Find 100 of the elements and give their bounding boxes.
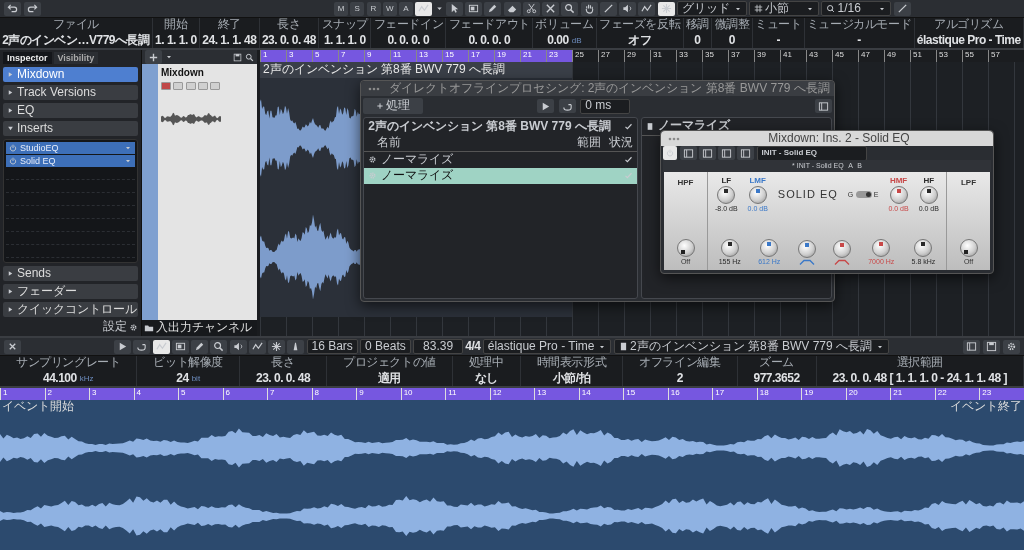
snapshot-button[interactable] (983, 339, 1000, 354)
knob[interactable] (720, 238, 739, 257)
quantize-dropdown[interactable]: 1/16 (821, 1, 892, 16)
info-value[interactable]: 24 (176, 372, 189, 386)
redo-button[interactable] (24, 1, 41, 16)
preset-icon[interactable] (645, 121, 654, 131)
info-value[interactable]: 23. 0. 0. 48 (261, 34, 316, 48)
toggle-switch[interactable] (855, 191, 872, 199)
inspector-section[interactable]: Sends (3, 266, 138, 282)
expand-arrow-icon[interactable] (7, 125, 14, 133)
snap-button[interactable] (657, 1, 675, 16)
info-value[interactable]: 977.3652 (753, 372, 800, 386)
power-button[interactable] (663, 146, 678, 160)
pencil-tool-button[interactable] (484, 1, 502, 16)
info-value[interactable]: 0 (728, 34, 736, 48)
range-tool-button[interactable] (171, 339, 189, 354)
info-value[interactable]: 2声のインベン…V779へ長調 (2, 34, 150, 48)
info-value[interactable]: 小節/拍 (552, 372, 591, 386)
info-value[interactable]: - (776, 34, 780, 48)
mode-button[interactable]: A (399, 1, 413, 16)
close-editor-button[interactable] (4, 339, 21, 354)
mode-button[interactable]: S (350, 1, 365, 16)
bars-field[interactable]: 16 Bars (306, 339, 358, 354)
track-control-button[interactable] (210, 81, 220, 90)
zoom-tool-button[interactable] (210, 339, 228, 354)
export-button[interactable] (963, 339, 980, 354)
info-value[interactable]: 0. 0. 0. 0 (468, 34, 511, 48)
preview-loop-button[interactable] (558, 99, 576, 114)
folder-icon[interactable] (144, 323, 154, 333)
info-value[interactable]: 23. 0. 0. 48 [ 1. 1. 1. 0 - 24. 1. 1. 48 ] (832, 372, 1007, 386)
clip-dropdown[interactable]: 2声のインベンション 第8番 BWV 779 へ長調 (613, 339, 889, 354)
expand-arrow-icon[interactable] (7, 89, 14, 97)
process-button[interactable]: 処理 (363, 98, 424, 115)
knob[interactable] (717, 186, 736, 205)
hand-tool-button[interactable] (580, 1, 598, 16)
pencil-tool-button[interactable] (191, 339, 208, 354)
info-value[interactable]: 2 (676, 372, 683, 386)
line-tool-button[interactable] (599, 1, 617, 16)
plugin-option-button[interactable] (737, 146, 755, 160)
speaker-tool-button[interactable] (229, 339, 247, 354)
loop-button[interactable] (133, 339, 151, 354)
range-tool-button[interactable] (465, 1, 482, 16)
tempo-field[interactable]: 83.39 (413, 339, 464, 354)
info-value[interactable]: 24. 1. 1. 48 (202, 34, 257, 48)
automation-button[interactable] (152, 339, 170, 354)
info-value[interactable]: 1. 1. 1. 0 (323, 34, 366, 48)
settings-icon[interactable] (129, 322, 138, 332)
knob[interactable] (959, 238, 978, 257)
metronome-button[interactable] (287, 339, 305, 354)
info-value[interactable]: 44.100 (42, 372, 77, 386)
expand-arrow-icon[interactable] (7, 107, 14, 115)
search-icon[interactable] (245, 52, 254, 62)
info-value[interactable]: なし (474, 372, 498, 386)
mode-button[interactable]: M (334, 1, 348, 16)
expand-arrow-icon[interactable] (7, 306, 14, 314)
snap-button[interactable] (268, 339, 285, 354)
settings-button[interactable] (1003, 339, 1020, 354)
play-button[interactable] (114, 339, 131, 354)
info-value[interactable]: 23. 0. 0. 48 (256, 372, 311, 386)
mute-tool-button[interactable] (542, 1, 559, 16)
process-row[interactable]: ノーマライズ (364, 151, 638, 168)
inspector-section[interactable]: Inserts (3, 121, 138, 137)
info-value[interactable]: 0 (694, 34, 701, 48)
inspector-section[interactable]: Mixdown (3, 67, 138, 83)
info-value[interactable]: 0.00 (547, 34, 569, 48)
algorithm-dropdown[interactable]: élastique Pro - Time (482, 339, 612, 354)
info-value[interactable]: 0. 0. 0. 0 (387, 34, 430, 48)
caret-icon[interactable] (165, 53, 173, 61)
preview-play-button[interactable] (537, 99, 555, 114)
grid-type-dropdown[interactable]: 小節 (749, 1, 819, 16)
curve-tool-button[interactable] (638, 1, 656, 16)
info-value[interactable]: 1. 1. 1. 0 (155, 34, 197, 48)
mode-button[interactable]: R (366, 1, 381, 16)
info-value[interactable]: オフ (628, 34, 652, 48)
inspector-section[interactable]: Track Versions (3, 85, 138, 101)
eraser-tool-button[interactable] (503, 1, 521, 16)
layout-button[interactable] (814, 99, 832, 114)
knob[interactable] (919, 186, 938, 205)
split-tool-button[interactable] (522, 1, 540, 16)
expand-arrow-icon[interactable] (7, 270, 14, 278)
plugin-option-button[interactable] (679, 146, 697, 160)
grid-mode-dropdown[interactable]: グリッド (676, 1, 747, 16)
beats-field[interactable]: 0 Beats (360, 339, 411, 354)
preview-time-field[interactable]: 0 ms (580, 98, 631, 114)
info-value[interactable]: 適用 (377, 372, 401, 386)
warp-tool-button[interactable] (248, 339, 266, 354)
plugin-option-button[interactable] (718, 146, 735, 160)
speaker-tool-button[interactable] (619, 1, 636, 16)
quantize-apply-button[interactable] (893, 1, 911, 16)
pointer-tool-button[interactable] (445, 1, 463, 16)
save-icon[interactable] (233, 52, 242, 62)
track-name[interactable]: Mixdown (161, 67, 254, 79)
info-value[interactable]: élastique Pro - Time (916, 34, 1021, 48)
knob[interactable] (914, 238, 933, 257)
inspector-section[interactable]: EQ (3, 103, 138, 119)
time-signature-field[interactable]: 4/4 (465, 339, 481, 354)
process-row[interactable]: ノーマライズ (364, 167, 638, 184)
inspector-tab[interactable]: Visibility (53, 52, 99, 65)
zoom-tool-button[interactable] (561, 1, 579, 16)
expand-arrow-icon[interactable] (7, 288, 14, 296)
